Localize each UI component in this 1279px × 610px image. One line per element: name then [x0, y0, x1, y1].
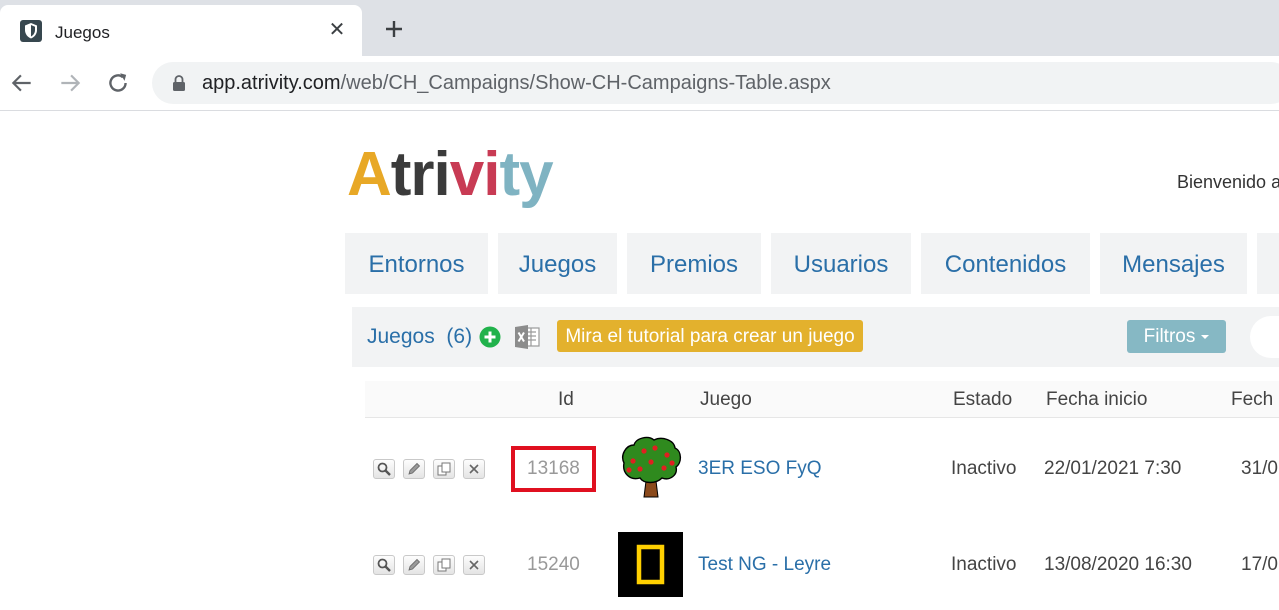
- game-name-link[interactable]: Test NG - Leyre: [698, 554, 831, 576]
- table-row: 13168 3ER ESO FyQ Inactivo 22/01/2021 7:…: [365, 425, 1279, 515]
- logo-part-3: vi: [449, 140, 501, 209]
- url-host: app.atrivity.com: [202, 72, 341, 94]
- games-count: (6): [446, 325, 473, 348]
- caret-down-icon: [1201, 334, 1210, 339]
- filters-label: Filtros: [1143, 326, 1196, 347]
- pencil-icon: [408, 462, 421, 475]
- x-icon: [469, 560, 479, 570]
- atrivity-logo[interactable]: Atrivity: [347, 140, 554, 210]
- x-icon: [469, 464, 479, 474]
- browser-tab[interactable]: Juegos ✕: [0, 5, 362, 56]
- games-title-label: Juegos: [367, 325, 435, 348]
- magnifier-icon: [377, 462, 391, 476]
- logo-part-2: tri: [390, 140, 451, 209]
- delete-button[interactable]: [463, 555, 485, 575]
- menu-item-usuarios[interactable]: Usuarios: [771, 233, 911, 294]
- tree-icon[interactable]: [618, 435, 683, 500]
- col-header-id[interactable]: Id: [558, 389, 574, 411]
- view-button[interactable]: [373, 555, 395, 575]
- delete-button[interactable]: [463, 459, 485, 479]
- edit-button[interactable]: [403, 459, 425, 479]
- reload-icon[interactable]: [105, 70, 131, 96]
- menu-item-more[interactable]: [1257, 233, 1279, 294]
- copy-icon: [437, 462, 451, 476]
- national-geographic-icon[interactable]: [618, 532, 683, 597]
- add-circle-icon[interactable]: [479, 326, 501, 348]
- excel-export-icon[interactable]: [514, 325, 540, 349]
- row-id: 15240: [527, 554, 580, 575]
- row-status: Inactivo: [951, 458, 1017, 479]
- magnifier-icon: [377, 558, 391, 572]
- row-id: 13168: [527, 458, 580, 479]
- col-header-end-date[interactable]: Fech: [1231, 389, 1273, 411]
- duplicate-button[interactable]: [433, 459, 455, 479]
- game-name-link[interactable]: 3ER ESO FyQ: [698, 458, 822, 480]
- menu-item-mensajes[interactable]: Mensajes: [1100, 233, 1247, 294]
- new-tab-icon[interactable]: [382, 17, 406, 41]
- browser-tabstrip: Juegos ✕: [0, 0, 1279, 56]
- browser-toolbar: app.atrivity.com/web/CH_Campaigns/Show-C…: [0, 56, 1279, 111]
- back-arrow-icon[interactable]: [9, 70, 35, 96]
- menu-item-premios[interactable]: Premios: [627, 233, 761, 294]
- url-path: /web/CH_Campaigns/Show-CH-Campaigns-Tabl…: [340, 72, 831, 94]
- menu-item-juegos[interactable]: Juegos: [498, 233, 617, 294]
- row-start-date: 13/08/2020 16:30: [1044, 554, 1192, 575]
- row-end-date: 17/0: [1241, 554, 1278, 575]
- search-input[interactable]: [1250, 316, 1279, 358]
- table-header: Id Juego Estado Fecha inicio Fech: [365, 381, 1279, 418]
- duplicate-button[interactable]: [433, 555, 455, 575]
- row-end-date: 31/0: [1241, 458, 1278, 479]
- col-header-status[interactable]: Estado: [953, 389, 1012, 411]
- shield-icon: [20, 20, 42, 42]
- edit-button[interactable]: [403, 555, 425, 575]
- forward-arrow-icon[interactable]: [57, 70, 83, 96]
- table-row: 15240 Test NG - Leyre Inactivo 13/08/202…: [365, 520, 1279, 610]
- tab-title: Juegos: [55, 23, 110, 42]
- url-text: app.atrivity.com/web/CH_Campaigns/Show-C…: [202, 72, 831, 95]
- lock-icon: [173, 75, 185, 91]
- games-toolbar: Juegos (6) Mira el tutorial para crear u…: [352, 307, 1279, 367]
- view-button[interactable]: [373, 459, 395, 479]
- games-title: Juegos (6): [367, 325, 472, 349]
- copy-icon: [437, 558, 451, 572]
- col-header-game[interactable]: Juego: [700, 389, 752, 411]
- filters-button[interactable]: Filtros: [1127, 320, 1226, 353]
- logo-part-4: ty: [499, 140, 554, 209]
- close-tab-icon[interactable]: ✕: [326, 19, 348, 41]
- welcome-text: Bienvenido a: [1177, 172, 1279, 192]
- row-status: Inactivo: [951, 554, 1017, 575]
- col-header-start-date[interactable]: Fecha inicio: [1046, 389, 1147, 411]
- menu-item-entornos[interactable]: Entornos: [345, 233, 488, 294]
- pencil-icon: [408, 558, 421, 571]
- row-start-date: 22/01/2021 7:30: [1044, 458, 1182, 479]
- tutorial-button[interactable]: Mira el tutorial para crear un juego: [557, 320, 863, 352]
- menu-item-contenidos[interactable]: Contenidos: [921, 233, 1090, 294]
- logo-part-1: A: [347, 140, 392, 209]
- address-bar[interactable]: app.atrivity.com/web/CH_Campaigns/Show-C…: [152, 62, 1279, 104]
